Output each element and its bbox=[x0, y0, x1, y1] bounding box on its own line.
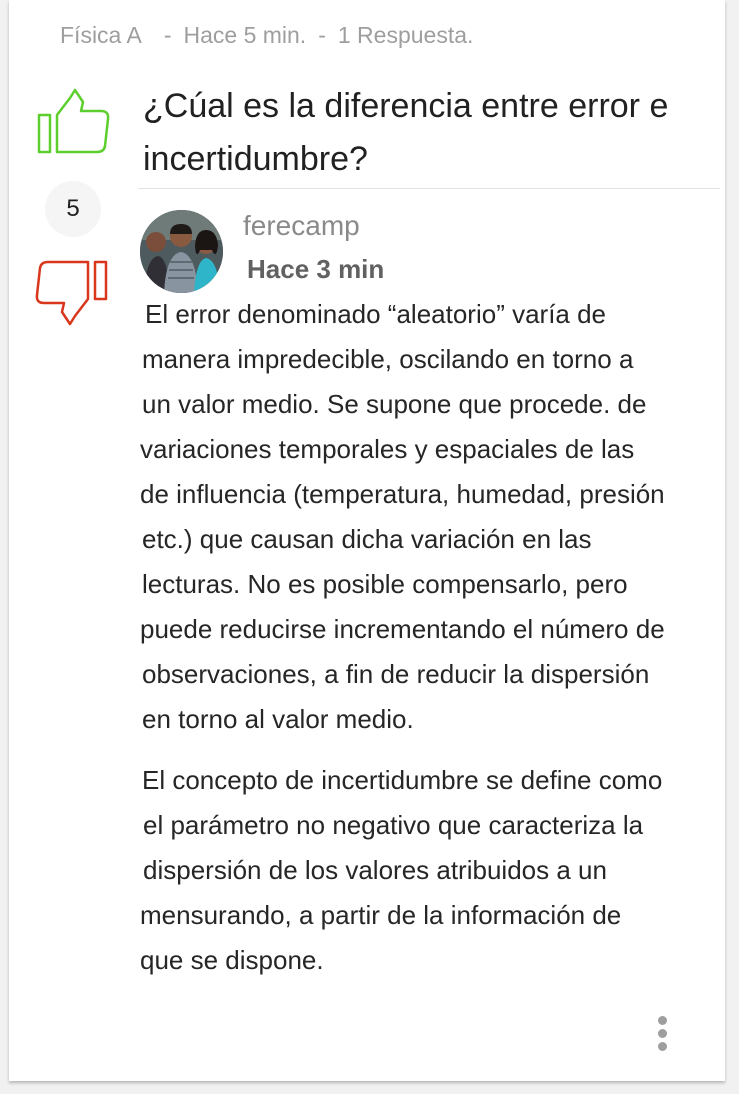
subject-label[interactable]: Física A bbox=[60, 22, 142, 48]
answers-count: 1 Respuesta. bbox=[337, 22, 474, 48]
avatar-photo bbox=[140, 210, 223, 293]
more-options-icon[interactable] bbox=[649, 1012, 679, 1056]
answer-line: el parámetro no negativo que caracteriza… bbox=[143, 810, 644, 840]
answer-body: El error denominado “aleatorio” varía de… bbox=[140, 292, 725, 983]
username[interactable]: ferecamp bbox=[243, 210, 360, 242]
answer-line: un valor medio. Se supone que procede. d… bbox=[142, 389, 647, 419]
question-title: ¿Cúal es la diferencia entre error e inc… bbox=[143, 87, 669, 178]
answer-line: manera impredecible, oscilando en torno … bbox=[142, 344, 634, 374]
answer-line: etc.) que causan dicha variación en las bbox=[142, 524, 592, 554]
answer-line: de influencia (temperatura, humedad, pre… bbox=[140, 479, 665, 509]
answer-line: que se dispone. bbox=[140, 945, 324, 975]
thumbs-down-icon[interactable] bbox=[35, 258, 109, 326]
answer-line: lecturas. No es posible compensarlo, per… bbox=[142, 569, 628, 599]
question-card: Física A - Hace 5 min. -1 Respuesta. ¿Cúal … bbox=[9, 0, 725, 1081]
answer-line: El error denominado “aleatorio” varía de bbox=[145, 299, 607, 329]
user-avatar[interactable] bbox=[140, 210, 223, 293]
answer-line: mensurando, a partir de la información d… bbox=[140, 900, 622, 930]
answer-line: en torno al valor medio. bbox=[142, 704, 414, 734]
meta-separator: - bbox=[318, 22, 326, 48]
question-meta: Física A - Hace 5 min. -1 Respuesta. bbox=[60, 22, 473, 49]
vote-count: 5 bbox=[45, 181, 101, 237]
answer-line: El concepto de incertidumbre se define c… bbox=[142, 765, 663, 795]
answer-time: Hace 3 min bbox=[247, 254, 385, 284]
answer-line: observaciones, a fin de reducir la dispe… bbox=[142, 659, 650, 689]
answer-line: variaciones temporales y espaciales de l… bbox=[140, 434, 635, 464]
meta-separator: - bbox=[163, 22, 172, 48]
posted-time: Hace 5 min. bbox=[183, 22, 307, 48]
divider bbox=[138, 188, 720, 189]
thumbs-up-icon[interactable] bbox=[37, 88, 111, 156]
answer-line: dispersión de los valores atribuidos a u… bbox=[143, 855, 607, 885]
answer-line: puede reducirse incrementando el número … bbox=[140, 614, 665, 644]
